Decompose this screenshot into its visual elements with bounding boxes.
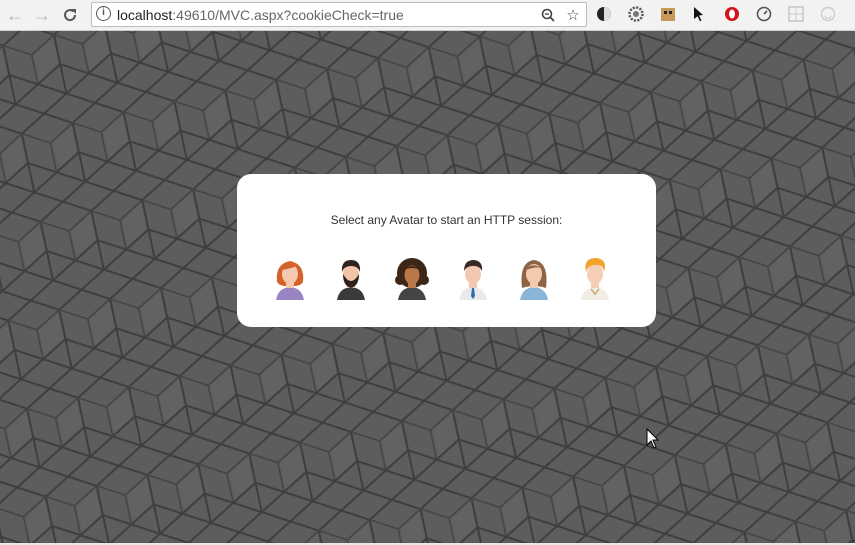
star-icon[interactable]: ☆ — [564, 6, 582, 24]
avatar-red-hair-woman[interactable] — [270, 256, 310, 300]
avatar-bearded-man[interactable] — [331, 256, 371, 300]
avatar-man-tie[interactable] — [453, 256, 493, 300]
speed-extension-icon[interactable] — [755, 5, 773, 23]
grid-extension-icon[interactable] — [787, 5, 805, 23]
smile-extension-icon[interactable] — [819, 5, 837, 23]
address-bar[interactable]: i localhost:49610/MVC.aspx?cookieCheck=t… — [91, 2, 587, 27]
avatar-curly-hair-woman[interactable] — [392, 256, 432, 300]
back-icon[interactable]: ← — [4, 4, 26, 26]
browser-toolbar: ← → i localhost:49610/MVC.aspx?cookieChe… — [0, 0, 855, 31]
avatar-brown-hair-woman[interactable] — [514, 256, 554, 300]
dialog-prompt: Select any Avatar to start an HTTP sessi… — [330, 213, 563, 227]
info-icon[interactable]: i — [96, 6, 111, 21]
url-text[interactable]: localhost:49610/MVC.aspx?cookieCheck=tru… — [117, 7, 404, 23]
forward-icon[interactable]: → — [31, 4, 53, 26]
reload-icon[interactable] — [59, 4, 81, 26]
zoom-icon[interactable] — [539, 6, 557, 24]
cursor-extension-icon[interactable] — [691, 5, 709, 23]
avatar-dialog: Select any Avatar to start an HTTP sessi… — [237, 174, 656, 327]
opera-extension-icon[interactable] — [723, 5, 741, 23]
mouse-cursor-icon — [646, 428, 660, 449]
gear-extension-icon[interactable] — [627, 5, 645, 23]
cardboard-extension-icon[interactable] — [659, 5, 677, 23]
dark-mode-icon[interactable] — [595, 5, 613, 23]
avatar-blond-man[interactable] — [575, 256, 615, 300]
page-background: Select any Avatar to start an HTTP sessi… — [0, 31, 855, 543]
